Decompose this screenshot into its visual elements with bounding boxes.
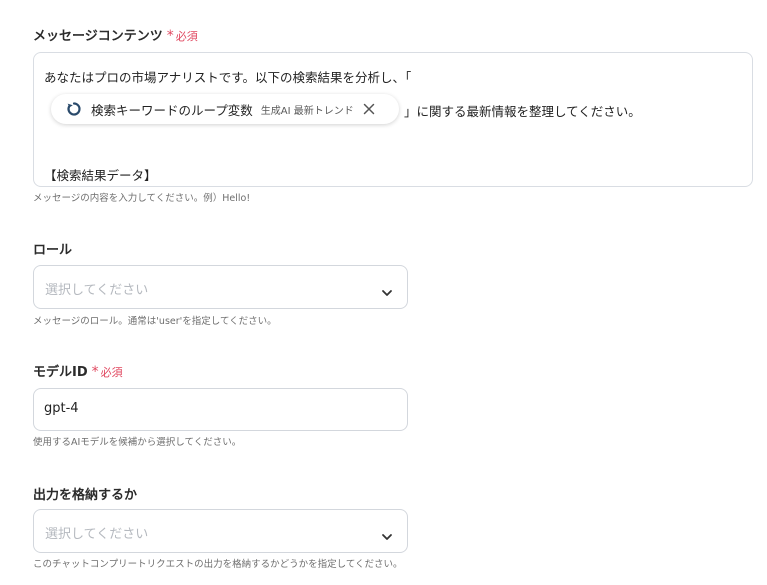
role-label: ロール (33, 239, 72, 258)
role-placeholder: 選択してください (45, 283, 149, 298)
store-output-placeholder: 選択してください (45, 527, 149, 542)
chip-tag: 生成AI 最新トレンド (260, 105, 354, 117)
required-badge: * 必須 (92, 364, 123, 380)
message-line-2: 」に関する最新情報を整理してください。 (404, 104, 641, 119)
required-asterisk-icon: * (166, 28, 174, 44)
message-line-1: あなたはプロの市場アナリストです。以下の検索結果を分析し、「 (44, 70, 412, 85)
model-id-label-text: モデルID (33, 365, 88, 380)
loop-icon (65, 100, 83, 118)
model-id-label: モデルID * 必須 (33, 361, 123, 380)
role-label-text: ロール (33, 243, 73, 258)
store-output-label: 出力を格納するか (33, 484, 137, 503)
store-output-label-text: 出力を格納するか (33, 488, 138, 503)
message-content-help: メッセージの内容を入力してください。例）Hello! (33, 193, 251, 204)
message-line-3: 【検索結果データ】 (44, 168, 157, 183)
required-text: 必須 (100, 366, 123, 379)
loop-variable-chip[interactable]: 検索キーワードのループ変数 生成AI 最新トレンド (51, 94, 399, 124)
chip-label: 検索キーワードのループ変数 (91, 102, 253, 118)
chevron-down-icon (381, 283, 393, 296)
message-content-label: メッセージコンテンツ * 必須 (33, 25, 198, 44)
chip-close-icon[interactable] (362, 102, 376, 116)
model-id-input[interactable]: gpt-4 (33, 388, 408, 431)
model-id-value: gpt-4 (44, 401, 79, 416)
store-output-select[interactable]: 選択してください (33, 509, 408, 553)
message-content-label-text: メッセージコンテンツ (33, 29, 163, 44)
model-id-help: 使用するAIモデルを候補から選択してください。 (33, 437, 242, 448)
chevron-down-icon (381, 527, 393, 540)
role-select[interactable]: 選択してください (33, 265, 408, 309)
store-output-help: このチャットコンプリートリクエストの出力を格納するかどうかを指定してください。 (33, 559, 403, 570)
required-asterisk-icon: * (91, 364, 99, 380)
required-text: 必須 (175, 30, 198, 43)
required-badge: * 必須 (167, 28, 198, 44)
role-help: メッセージのロール。通常は'user'を指定してください。 (33, 316, 277, 327)
message-content-textarea[interactable]: あなたはプロの市場アナリストです。以下の検索結果を分析し、「 検索キーワードのル… (33, 52, 753, 187)
